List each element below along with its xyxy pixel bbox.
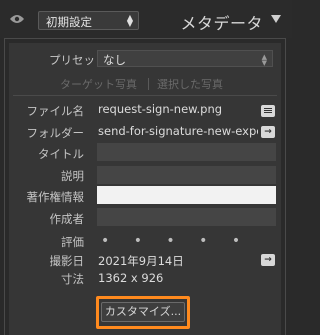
eye-icon[interactable] [9, 13, 25, 25]
panel-header: 初期設定 ▲ ▼ メタデータ [0, 0, 292, 38]
folder-value[interactable]: send-for-signature-new-experi [98, 124, 258, 138]
copyright-label: 著作権情報 [26, 190, 85, 204]
arrow-right-icon[interactable]: → [261, 126, 275, 138]
highlight-box [96, 296, 190, 329]
folder-label: フォルダー [26, 126, 85, 140]
arrow-right-icon[interactable]: → [261, 254, 275, 266]
dimensions-value: 1362 x 926 [98, 271, 164, 285]
creator-label: 作成者 [49, 212, 85, 226]
caption-field[interactable] [97, 166, 276, 184]
dimensions-label: 寸法 [61, 272, 84, 286]
collapse-triangle-icon[interactable] [271, 15, 281, 23]
metadata-preset-select[interactable]: 初期設定 ▲ ▼ [38, 11, 139, 30]
title-label: タイトル [38, 147, 84, 161]
filename-value[interactable]: request-sign-new.png [98, 102, 258, 116]
creator-field[interactable] [97, 208, 276, 226]
capture-date-value: 2021年9月14日 [98, 254, 184, 268]
list-icon[interactable] [261, 105, 275, 117]
copyright-field[interactable] [97, 186, 276, 204]
capture-date-label: 撮影日 [49, 254, 85, 268]
preset-dropdown[interactable]: なし ▲ ▼ [97, 50, 273, 67]
updown-icon: ▲ ▼ [126, 13, 133, 28]
segment-divider [148, 78, 149, 90]
panel-title[interactable]: メタデータ [180, 10, 263, 34]
selected-photos-tab[interactable]: 選択した写真 [157, 76, 223, 92]
title-field[interactable] [97, 143, 276, 161]
filename-label: ファイル名 [26, 104, 85, 118]
metadata-preset-select-label: 初期設定 [46, 15, 92, 29]
updown-icon: ▲ ▼ [261, 53, 267, 67]
caption-label: 説明 [61, 169, 84, 183]
preset-dropdown-value: なし [103, 53, 126, 67]
separator [13, 95, 277, 96]
rating-stars[interactable]: • • • • • [101, 233, 250, 249]
target-photo-tab[interactable]: ターゲット写真 [60, 76, 137, 92]
rating-label: 評価 [61, 235, 84, 249]
